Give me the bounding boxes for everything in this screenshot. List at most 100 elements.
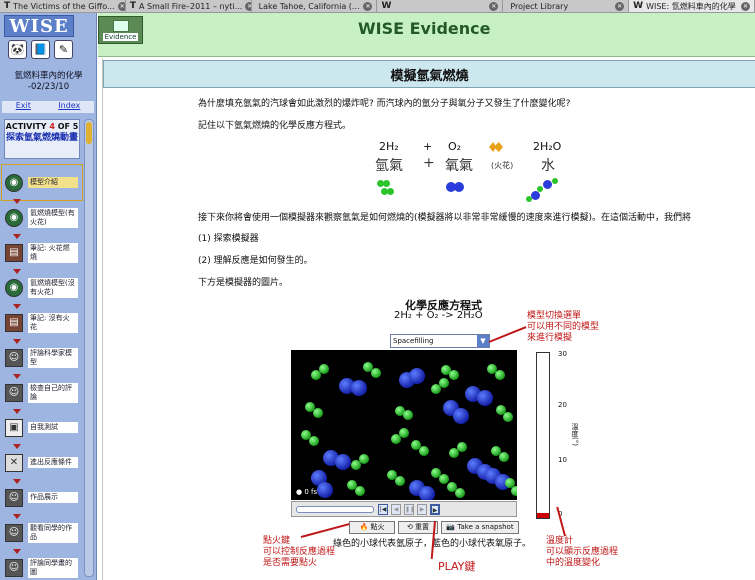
step-label: 筆記: 火花燃燒 (28, 242, 78, 263)
rewind-start-icon[interactable]: |◀ (378, 504, 388, 515)
scrollbar-thumb[interactable] (86, 122, 92, 144)
step-item[interactable]: ◉ 氫燃燒模型(沒有火花) (2, 270, 82, 309)
page-title: WISE Evidence (358, 19, 491, 38)
nav-links: Exit Index (2, 101, 94, 113)
step-label: 進出反應條件 (28, 457, 78, 468)
tab-label: A Small Fire–2011 – nyti... (138, 1, 243, 11)
step-label: 氫燃燒模型(沒有火花) (28, 277, 78, 298)
globe-icon: ◉ (5, 278, 23, 297)
exit-link[interactable]: Exit (16, 101, 31, 113)
hydrogen-atom (359, 454, 369, 464)
hydrogen-atom (309, 436, 319, 446)
step-label: 評論同學畫的圖 (28, 557, 78, 578)
close-icon[interactable]: ✕ (740, 1, 750, 11)
close-icon[interactable]: ✕ (363, 1, 373, 11)
hydrogen-atom (457, 442, 467, 452)
ignite-button[interactable]: 🔥 點火 (349, 521, 395, 534)
step-item[interactable]: ✕ 進出反應條件 (2, 445, 82, 484)
step-back-icon[interactable]: ◀ (391, 504, 401, 515)
course-title: 氫燃料車內的化學 (14, 71, 83, 81)
tab-label: Project Library (510, 1, 569, 11)
temp-axis-label: 溫度(°) (571, 423, 579, 446)
annotation-thermometer: 溫度計 可以顯示反應過程 中的溫度變化 (546, 536, 619, 568)
people-icon: ☺ (5, 523, 23, 542)
simulation-canvas[interactable]: ● 0 fs (291, 350, 517, 500)
browser-tab-bar: T The Victims of the Giffo... ✕ TA Small F… (0, 0, 755, 13)
hydrogen-atom (371, 368, 381, 378)
goal-1: (1) 探索模擬器 (198, 234, 259, 244)
browser-tab-1[interactable]: T The Victims of the Giffo... ✕ (0, 0, 126, 12)
thermometer (536, 352, 550, 519)
hydrogen-atom (399, 428, 409, 438)
hydrogen-atom (439, 378, 449, 388)
globe-icon: ◉ (5, 208, 23, 227)
tab-favicon-icon: W (381, 1, 392, 11)
oxygen-atom (409, 368, 425, 384)
temp-tick: 30 (558, 350, 567, 358)
step-item[interactable]: ▣ 自我測試 (2, 410, 82, 449)
panda-icon[interactable]: 🐼 (8, 40, 27, 59)
hydrogen-atom (511, 486, 517, 496)
step-item[interactable]: ☺ 檢查自己的評論 (2, 375, 82, 414)
step-item[interactable]: ▤ 筆記: 沒有火花 (2, 305, 82, 344)
thermometer-fill (537, 513, 549, 518)
playback-controls: |◀ ◀ ❚❚ ▶ ▶ (291, 501, 517, 517)
model-select[interactable]: Spacefilling ▼ (390, 334, 490, 348)
course-info: 氫燃料車內的化學 -02/23/10 (0, 71, 96, 93)
evidence-tab[interactable]: Evidence (98, 16, 143, 44)
snapshot-button[interactable]: 📷 Take a snapshot (441, 521, 519, 534)
step-label: 氫燃燒模型(有火花) (28, 207, 78, 228)
step-label: 筆記: 沒有火花 (28, 312, 78, 333)
browser-tab-4[interactable]: W ✕ (377, 0, 504, 12)
oxygen-atom (477, 390, 493, 406)
time-slider[interactable] (296, 506, 374, 513)
pause-icon[interactable]: ❚❚ (404, 504, 415, 515)
temp-tick: 20 (558, 401, 567, 409)
browser-tab-5[interactable]: Project Library ✕ (503, 0, 630, 12)
spark-arrow-icon (489, 142, 503, 152)
sidebar-scrollbar[interactable] (84, 119, 94, 577)
play-icon[interactable]: ▶ (430, 504, 440, 515)
hydrogen-atom (395, 476, 405, 486)
close-icon[interactable]: ✕ (615, 1, 625, 11)
annotation-model-switch: 模型切換選單 可以用不同的模型 來進行模擬 (527, 311, 600, 343)
close-icon[interactable]: ✕ (117, 1, 125, 11)
eq-water: 2H₂O (533, 140, 562, 153)
browser-tab-2[interactable]: TA Small Fire–2011 – nyti...✕ (126, 0, 252, 12)
step-label: 檢查自己的評論 (28, 382, 78, 403)
step-forward-icon[interactable]: ▶ (417, 504, 427, 515)
step-item[interactable]: ◉ 模型介紹 (1, 164, 83, 204)
close-icon[interactable]: ✕ (489, 1, 499, 11)
browser-tab-3[interactable]: Lake Tahoe, California (... ✕ (252, 0, 378, 12)
eq-plus-zh: + (423, 155, 435, 171)
note-icon: ▤ (5, 243, 23, 262)
oxygen-atom (453, 408, 469, 424)
journal-icon[interactable]: 📘 (31, 40, 50, 59)
eq-oxygen: O₂ (448, 140, 462, 153)
tab-favicon-icon: T (4, 1, 11, 11)
step-label: 作品展示 (28, 492, 78, 503)
chevron-down-icon: ▼ (477, 335, 489, 347)
step-item[interactable]: ☺ 觀看同學的作品 (2, 515, 82, 554)
goal-2: (2) 理解反應是如何發生的。 (198, 256, 313, 266)
people-icon: ☺ (5, 488, 23, 507)
intro-question: 為什麼填充氫氣的汽球會如此激烈的爆炸呢? 而汽球內的氫分子與氧分子又發生了什麼變… (198, 99, 571, 109)
step-item[interactable]: ☺ 評論同學畫的圖 (2, 550, 82, 580)
eq-spark-zh: (火花) (491, 161, 514, 170)
browser-tab-6[interactable]: W WISE: 氫燃料車內的化學 ✕ (629, 0, 755, 12)
step-item[interactable]: ◉ 氫燃燒模型(有火花) (2, 200, 82, 239)
step-item[interactable]: ☺ 評論科學家模型 (2, 340, 82, 379)
tab-label: Lake Tahoe, California (... (258, 1, 360, 11)
tab-favicon-icon: W (633, 1, 644, 11)
hydrogen-atom (503, 412, 513, 422)
index-link[interactable]: Index (58, 101, 80, 113)
step-item[interactable]: ▤ 筆記: 火花燃燒 (2, 235, 82, 274)
step-item[interactable]: ☺ 作品展示 (2, 480, 82, 519)
people-icon: ☺ (5, 348, 23, 367)
eq-hydrogen: 2H₂ (379, 140, 399, 153)
pencil-icon[interactable]: ✎ (54, 40, 73, 59)
camera-icon: 📷 (446, 523, 456, 531)
reset-icon: ⟲ (406, 523, 413, 531)
header: Evidence WISE Evidence (98, 13, 755, 57)
tab-favicon-icon: T (129, 1, 136, 11)
